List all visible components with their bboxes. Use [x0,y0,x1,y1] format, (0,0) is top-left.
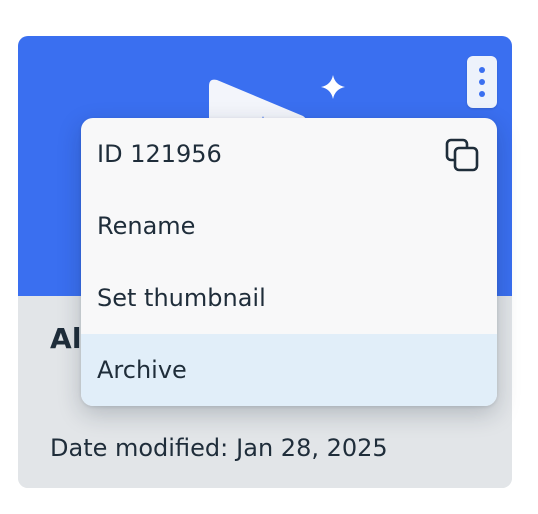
context-menu: ID 121956 Rename Set thumbnail Archive [81,118,497,406]
menu-item-rename[interactable]: Rename [81,190,497,262]
kebab-dot [479,67,485,73]
date-modified-value: Jan 28, 2025 [236,434,388,462]
copy-icon [445,138,479,172]
menu-item-id: ID 121956 [81,118,497,190]
sparkle-icon [321,75,345,99]
card-title: Al [50,322,82,355]
menu-item-archive[interactable]: Archive [81,334,497,406]
kebab-dot [479,91,485,97]
kebab-dot [479,79,485,85]
stage: Al Date modified: Jan 28, 2025 ID 121956… [0,0,538,514]
more-options-button[interactable] [467,56,497,108]
date-modified: Date modified: Jan 28, 2025 [50,434,388,462]
menu-item-set-thumbnail[interactable]: Set thumbnail [81,262,497,334]
menu-item-id-label: ID 121956 [97,140,222,168]
menu-item-archive-label: Archive [97,356,187,384]
menu-item-rename-label: Rename [97,212,196,240]
date-modified-label: Date modified: [50,434,229,462]
copy-id-button[interactable] [443,136,481,174]
menu-item-set-thumbnail-label: Set thumbnail [97,284,266,312]
